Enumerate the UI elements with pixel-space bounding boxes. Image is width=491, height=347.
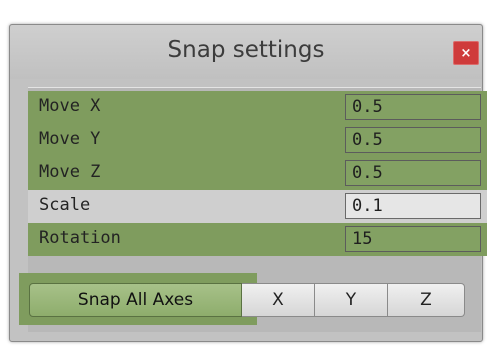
- move-z-input[interactable]: 0.5: [345, 160, 481, 186]
- dialog-title: Snap settings: [167, 37, 325, 63]
- axis-button-bar: Snap All Axes X Y Z: [29, 283, 475, 317]
- row-move-y: Move Y 0.5: [28, 124, 487, 157]
- row-rotation: Rotation 15: [28, 223, 487, 256]
- snap-settings-dialog: Snap settings × Move X 0.5 Move Y 0.5 Mo…: [9, 24, 487, 342]
- row-scale: Scale 0.1: [28, 190, 487, 223]
- move-y-label: Move Y: [39, 129, 101, 149]
- rotation-label: Rotation: [39, 228, 121, 248]
- close-button[interactable]: ×: [453, 41, 479, 65]
- snap-all-axes-button[interactable]: Snap All Axes: [29, 283, 242, 317]
- move-x-input[interactable]: 0.5: [345, 94, 481, 120]
- title-bar[interactable]: Snap settings ×: [10, 25, 482, 79]
- snap-z-button[interactable]: Z: [388, 283, 465, 317]
- move-z-label: Move Z: [39, 162, 101, 182]
- row-move-x: Move X 0.5: [28, 91, 487, 124]
- move-x-label: Move X: [39, 96, 101, 116]
- scale-input[interactable]: 0.1: [345, 193, 481, 219]
- scale-label: Scale: [39, 195, 91, 215]
- rotation-input[interactable]: 15: [345, 226, 481, 252]
- snap-y-button[interactable]: Y: [315, 283, 388, 317]
- move-y-input[interactable]: 0.5: [345, 127, 481, 153]
- snap-x-button[interactable]: X: [242, 283, 315, 317]
- row-move-z: Move Z 0.5: [28, 157, 487, 190]
